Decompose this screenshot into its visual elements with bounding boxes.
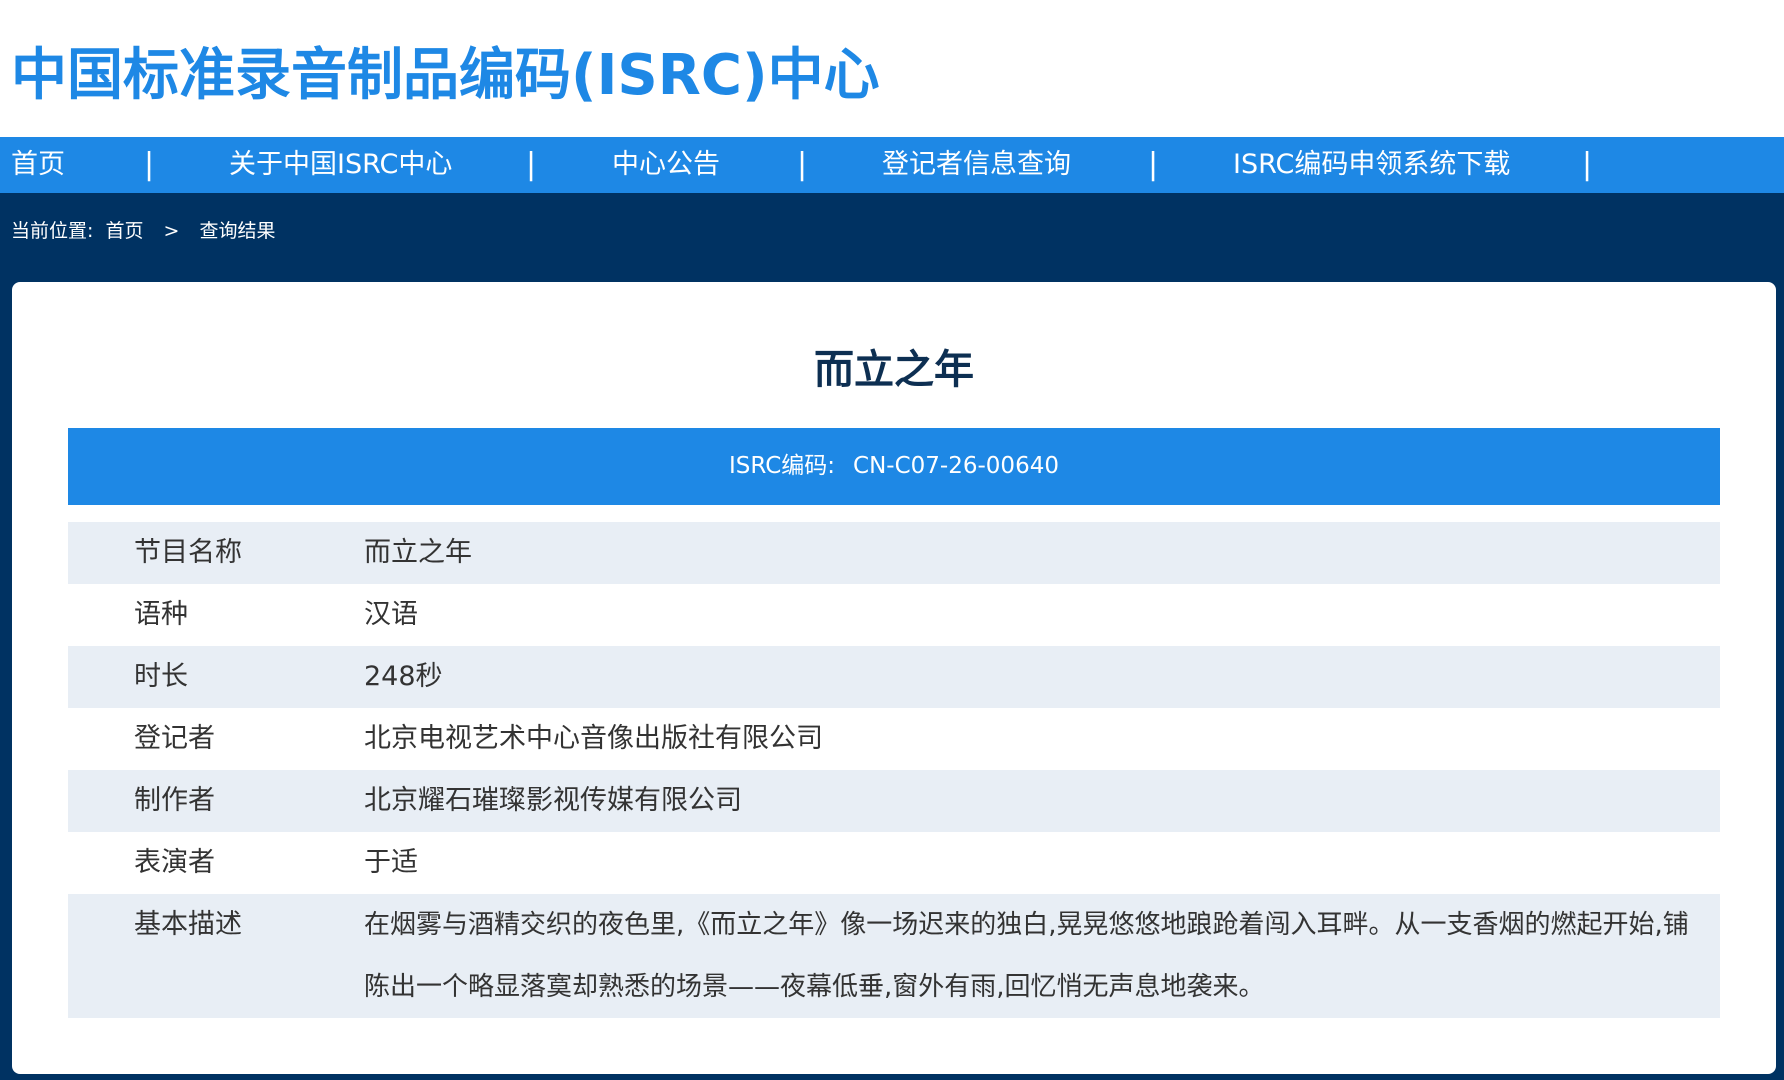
nav-separator: | xyxy=(1582,147,1593,182)
field-label: 节目名称 xyxy=(134,537,242,568)
field-label: 语种 xyxy=(134,599,188,630)
nav-separator: | xyxy=(1148,147,1159,182)
breadcrumb-separator: > xyxy=(163,220,180,242)
nav-separator: | xyxy=(797,147,808,182)
table-row: 基本描述 在烟雾与酒精交织的夜色里,《而立之年》像一场迟来的独白,晃晃悠悠地踉跄… xyxy=(68,894,1720,1018)
breadcrumb-prefix: 当前位置: xyxy=(11,220,94,242)
breadcrumb-current: 查询结果 xyxy=(199,220,276,242)
nav-item-announcements[interactable]: 中心公告 xyxy=(612,137,720,193)
nav-item-registrant-lookup[interactable]: 登记者信息查询 xyxy=(882,137,1071,193)
isrc-code: CN-C07-26-00640 xyxy=(853,453,1059,479)
nav-item-download[interactable]: ISRC编码申领系统下载 xyxy=(1233,137,1510,193)
table-row: 登记者 北京电视艺术中心音像出版社有限公司 xyxy=(68,708,1720,770)
record-title: 而立之年 xyxy=(814,347,974,393)
field-value: 于适 xyxy=(364,847,418,878)
breadcrumb: 当前位置: 首页 > 查询结果 xyxy=(11,216,276,243)
nav-separator: | xyxy=(526,147,537,182)
table-row: 节目名称 而立之年 xyxy=(68,522,1720,584)
result-card: 而立之年 ISRC编码: CN-C07-26-00640 节目名称 而立之年 语种… xyxy=(12,282,1776,1074)
field-label: 时长 xyxy=(134,661,188,692)
page: 中国标准录音制品编码(ISRC)中心 首页 | 关于中国ISRC中心 | 中心公… xyxy=(0,0,1784,1080)
record-info-table: 节目名称 而立之年 语种 汉语 时长 248秒 登记者 北京电视艺术中心音像出版… xyxy=(68,522,1720,1018)
nav-separator: | xyxy=(144,147,155,182)
breadcrumb-home-link[interactable]: 首页 xyxy=(105,216,143,243)
table-row: 制作者 北京耀石璀璨影视传媒有限公司 xyxy=(68,770,1720,832)
site-header: 中国标准录音制品编码(ISRC)中心 xyxy=(0,0,1784,137)
field-label: 表演者 xyxy=(134,847,215,878)
field-label: 制作者 xyxy=(134,785,215,816)
main-nav: 首页 | 关于中国ISRC中心 | 中心公告 | 登记者信息查询 | ISRC编… xyxy=(0,137,1784,193)
site-title: 中国标准录音制品编码(ISRC)中心 xyxy=(11,43,880,108)
field-value: 汉语 xyxy=(364,599,418,630)
isrc-label: ISRC编码: xyxy=(729,453,836,479)
table-row: 表演者 于适 xyxy=(68,832,1720,894)
field-value: 北京电视艺术中心音像出版社有限公司 xyxy=(364,723,823,754)
nav-overflow-fade xyxy=(1644,137,1784,193)
description-text: 在烟雾与酒精交织的夜色里,《而立之年》像一场迟来的独白,晃晃悠悠地踉跄着闯入耳畔… xyxy=(364,910,1689,1002)
table-row: 语种 汉语 xyxy=(68,584,1720,646)
field-label: 登记者 xyxy=(134,723,215,754)
isrc-code-bar: ISRC编码: CN-C07-26-00640 xyxy=(68,428,1720,505)
field-value: 而立之年 xyxy=(364,537,472,568)
nav-item-home[interactable]: 首页 xyxy=(11,137,65,193)
field-value: 248秒 xyxy=(364,661,443,692)
field-label: 基本描述 xyxy=(134,909,242,940)
field-value: 北京耀石璀璨影视传媒有限公司 xyxy=(364,785,742,816)
nav-item-about[interactable]: 关于中国ISRC中心 xyxy=(229,137,452,193)
table-row: 时长 248秒 xyxy=(68,646,1720,708)
